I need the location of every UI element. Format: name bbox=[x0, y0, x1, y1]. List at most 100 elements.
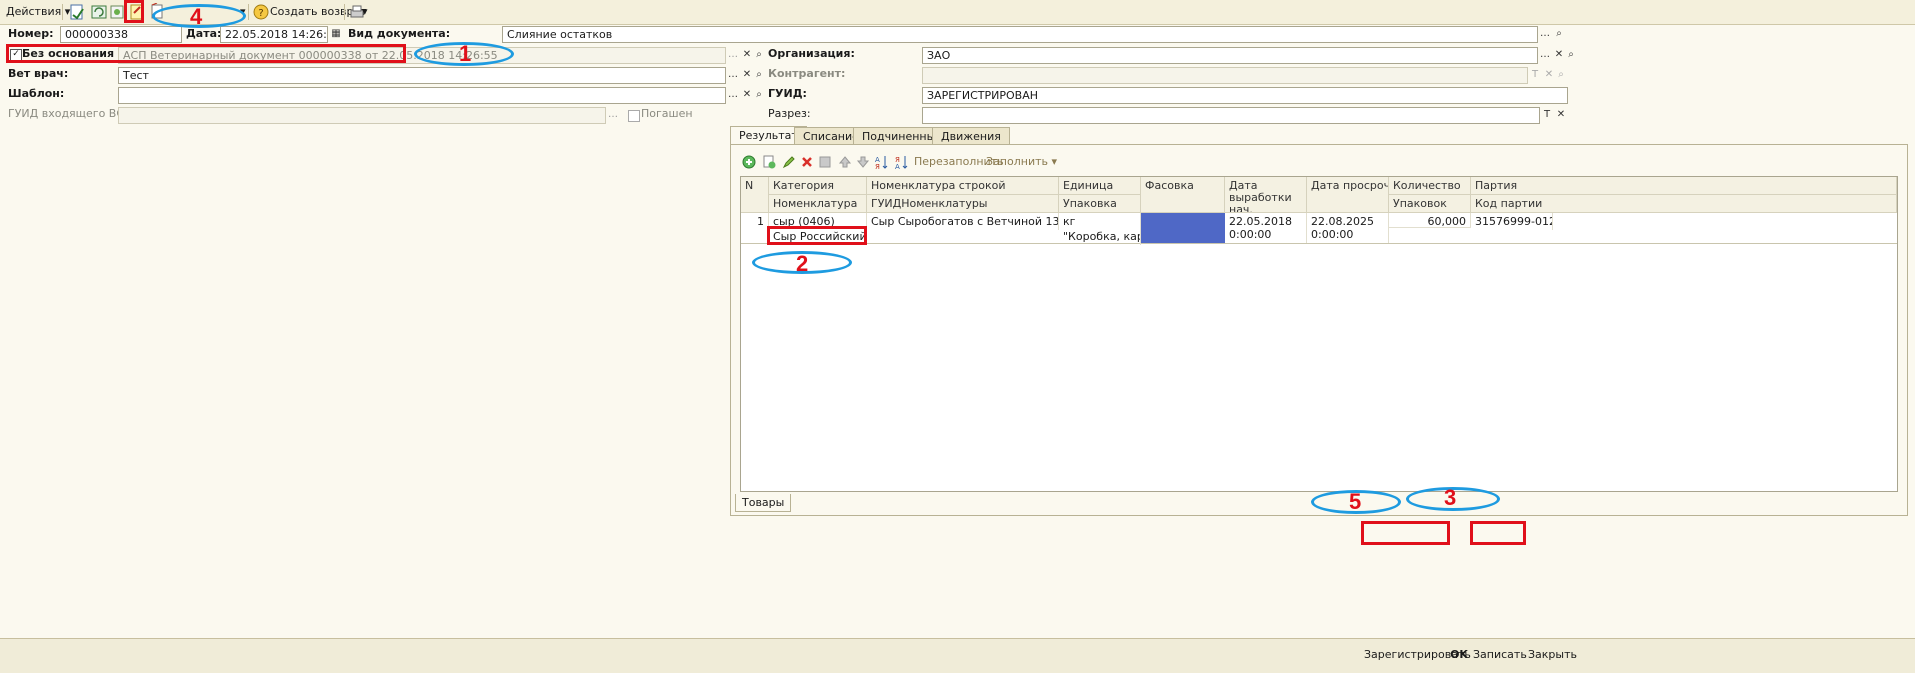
guid-label: ГУИД: bbox=[768, 87, 807, 100]
annotation-box-register bbox=[1361, 521, 1450, 545]
col-header-n[interactable]: N bbox=[741, 177, 769, 213]
cut-type-icon[interactable]: T bbox=[1540, 108, 1554, 123]
svg-text:Я: Я bbox=[875, 163, 880, 170]
toolbar-separator bbox=[344, 4, 345, 20]
col-header-category[interactable]: Категория bbox=[769, 177, 867, 195]
organization-select-button[interactable]: … bbox=[1538, 48, 1552, 63]
calendar-icon[interactable]: ▦ bbox=[329, 27, 343, 42]
col-header-batch[interactable]: Партия bbox=[1471, 177, 1897, 195]
annotation-box-nomenclature bbox=[767, 226, 867, 245]
move-up-icon[interactable] bbox=[838, 155, 852, 169]
template-label: Шаблон: bbox=[8, 87, 65, 100]
col-header-packages[interactable]: Упаковок bbox=[1389, 195, 1471, 213]
annotation-number-3: 3 bbox=[1444, 485, 1457, 510]
sort-asc-icon[interactable]: AЯ bbox=[874, 154, 888, 171]
row-prod-date[interactable]: 22.05.2018 0:00:00 bbox=[1225, 213, 1307, 243]
move-down-icon[interactable] bbox=[856, 155, 870, 169]
tab-goods[interactable]: Товары bbox=[735, 494, 792, 512]
printer-dropdown-arrow[interactable]: ▾ bbox=[362, 3, 368, 21]
col-header-expiry-date[interactable]: Дата просрочки bbox=[1307, 177, 1389, 213]
annotation-box-edit-icon bbox=[124, 0, 144, 23]
refresh-icon[interactable] bbox=[90, 3, 108, 21]
col-header-quantity[interactable]: Количество bbox=[1389, 177, 1471, 195]
col-header-nomenclature[interactable]: Номенклатура bbox=[769, 195, 867, 213]
organization-field[interactable]: ЗАО bbox=[922, 47, 1538, 64]
col-header-batch-code[interactable]: Код партии bbox=[1471, 195, 1897, 213]
vet-select-button[interactable]: … bbox=[726, 68, 740, 83]
col-header-prod-date[interactable]: Дата выработки нач. bbox=[1225, 177, 1307, 213]
contractor-field[interactable] bbox=[922, 67, 1528, 84]
ok-button[interactable]: OK bbox=[1450, 644, 1468, 666]
annotation-box-no-basis bbox=[6, 44, 406, 63]
vet-label: Вет врач: bbox=[8, 67, 69, 80]
toolbar-separator bbox=[248, 4, 249, 20]
col-header-guid-nomenclature[interactable]: ГУИДНоменклатуры bbox=[867, 195, 1059, 213]
actions-menu[interactable]: Действия ▾ bbox=[6, 3, 70, 21]
cut-field[interactable] bbox=[922, 107, 1540, 124]
col-header-package[interactable]: Упаковка bbox=[1059, 195, 1141, 213]
number-label: Номер: bbox=[8, 27, 54, 40]
end-edit-icon[interactable] bbox=[818, 155, 832, 169]
col-header-packing[interactable]: Фасовка bbox=[1141, 177, 1225, 213]
actions-menu-label: Действия bbox=[6, 5, 62, 18]
template-select-button[interactable]: … bbox=[726, 88, 740, 103]
annotation-number-2: 2 bbox=[796, 251, 809, 276]
help-icon[interactable]: ? bbox=[252, 3, 270, 21]
close-button[interactable]: Закрыть bbox=[1528, 644, 1577, 666]
basis-search-icon[interactable]: ⌕ bbox=[752, 48, 766, 63]
guid-field[interactable]: ЗАРЕГИСТРИРОВАН bbox=[922, 87, 1568, 104]
fill-menu-label: Заполнить bbox=[986, 155, 1048, 168]
table-row[interactable]: 1 сыр (0406) Сыр Российский 50... Сыр Сы… bbox=[741, 213, 1897, 245]
vet-field[interactable]: Тест bbox=[118, 67, 726, 84]
annotation-box-save bbox=[1470, 521, 1526, 545]
svg-text:A: A bbox=[895, 163, 900, 170]
add-row-icon[interactable] bbox=[742, 155, 756, 169]
register-button[interactable]: Зарегистрировать bbox=[1364, 644, 1471, 666]
annotation-number-4: 4 bbox=[190, 4, 203, 29]
toolbar-separator bbox=[62, 4, 63, 20]
edit-row-icon[interactable] bbox=[782, 155, 796, 169]
row-expiry-date[interactable]: 22.08.2025 0:00:00 bbox=[1307, 213, 1389, 243]
cut-clear-icon[interactable]: ✕ bbox=[1554, 108, 1568, 123]
doc-type-label: Вид документа: bbox=[348, 27, 451, 40]
number-field[interactable]: 000000338 bbox=[60, 26, 182, 43]
date-field[interactable]: 22.05.2018 14:26:55 bbox=[220, 26, 328, 43]
template-search-icon[interactable]: ⌕ bbox=[752, 88, 766, 103]
sort-desc-icon[interactable]: ЯA bbox=[894, 154, 908, 171]
cut-label: Разрез: bbox=[768, 107, 811, 120]
tab-movements[interactable]: Движения bbox=[932, 127, 1010, 145]
doc-type-search-icon[interactable]: ⌕ bbox=[1552, 27, 1566, 42]
row-quantity[interactable]: 60,000 bbox=[1389, 213, 1471, 228]
repaid-checkbox[interactable] bbox=[628, 110, 640, 122]
row-nomenclature-str[interactable]: Сыр Сыробогатов с Ветчиной 130 гр круг bbox=[867, 213, 1059, 230]
organization-search-icon[interactable]: ⌕ bbox=[1564, 48, 1578, 63]
doc-type-field[interactable]: Слияние остатков bbox=[502, 26, 1538, 43]
svg-text:?: ? bbox=[258, 8, 263, 19]
post-document-icon[interactable] bbox=[68, 3, 86, 21]
row-package[interactable]: "Коробка, карто... bbox=[1059, 228, 1141, 245]
contractor-search-icon[interactable]: ⌕ bbox=[1554, 68, 1568, 83]
organization-label: Организация: bbox=[768, 47, 855, 60]
contractor-label: Контрагент: bbox=[768, 67, 846, 80]
guid-in-field[interactable] bbox=[118, 107, 606, 124]
guid-in-select-button[interactable]: … bbox=[606, 108, 620, 123]
annotation-number-1: 1 bbox=[459, 41, 472, 66]
fill-menu-button[interactable]: Заполнить ▾ bbox=[986, 153, 1057, 171]
repaid-label: Погашен bbox=[641, 107, 693, 120]
delete-row-icon[interactable] bbox=[800, 155, 814, 169]
goods-table[interactable]: N Категория Номенклатура строкой Единица… bbox=[740, 176, 1898, 492]
template-field[interactable] bbox=[118, 87, 726, 104]
bottom-bar bbox=[0, 638, 1915, 673]
toolbar: Действия ▾ ▾ ? Создать возврат ▾ bbox=[0, 0, 1915, 25]
copy-row-icon[interactable] bbox=[762, 155, 776, 169]
col-header-unit[interactable]: Единица bbox=[1059, 177, 1141, 195]
vet-search-icon[interactable]: ⌕ bbox=[752, 68, 766, 83]
row-batch[interactable]: 31576999-0129-... bbox=[1471, 213, 1553, 230]
row-packing-selected-cell[interactable] bbox=[1141, 213, 1225, 243]
basis-select-button[interactable]: … bbox=[726, 48, 740, 63]
annotation-number-5: 5 bbox=[1349, 489, 1362, 514]
col-header-nomenclature-str[interactable]: Номенклатура строкой bbox=[867, 177, 1059, 195]
contractor-type-icon[interactable]: T bbox=[1528, 68, 1542, 83]
save-button[interactable]: Записать bbox=[1473, 644, 1527, 666]
doc-type-select-button[interactable]: … bbox=[1538, 27, 1552, 42]
